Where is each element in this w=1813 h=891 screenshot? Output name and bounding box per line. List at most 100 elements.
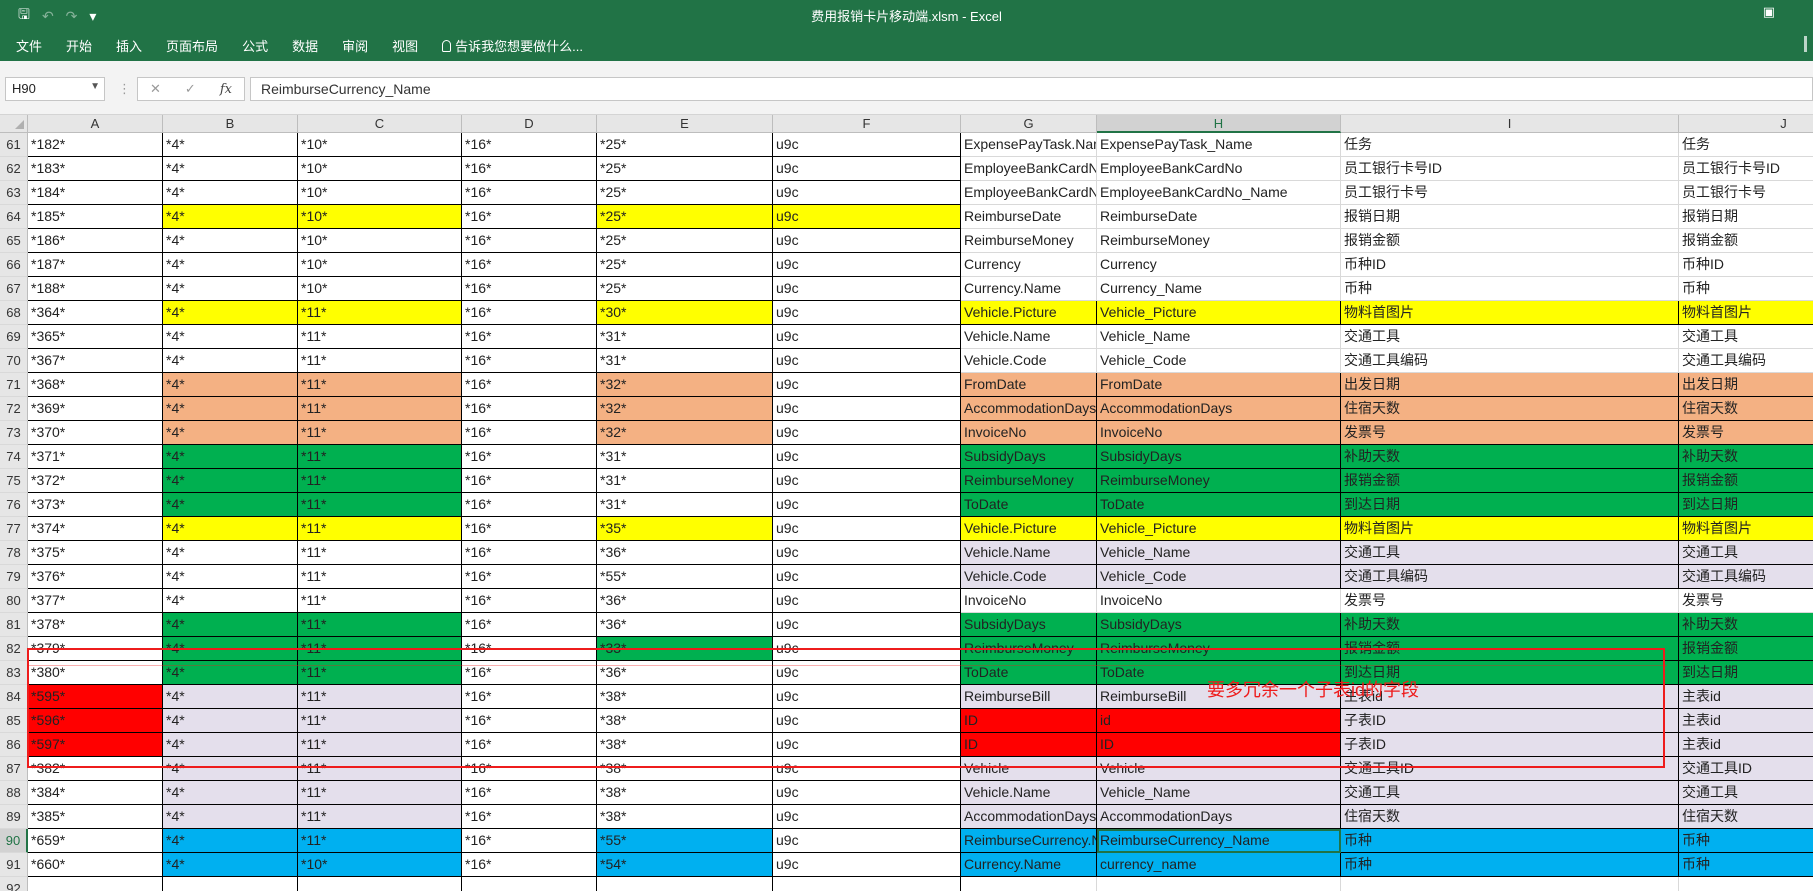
cell-c78[interactable]: *11* bbox=[298, 541, 462, 565]
cell-f90[interactable]: u9c bbox=[773, 829, 961, 853]
cell-g82[interactable]: ReimburseMoney bbox=[961, 637, 1097, 661]
ribbon-display-options-icon[interactable]: ▣ bbox=[1763, 4, 1775, 20]
cell-j61[interactable]: 任务 bbox=[1679, 133, 1813, 157]
cell-f86[interactable]: u9c bbox=[773, 733, 961, 757]
cell-d85[interactable]: *16* bbox=[462, 709, 597, 733]
cell-g78[interactable]: Vehicle.Name bbox=[961, 541, 1097, 565]
cell-f88[interactable]: u9c bbox=[773, 781, 961, 805]
cell-i76[interactable]: 到达日期 bbox=[1341, 493, 1679, 517]
cell-a70[interactable]: *367* bbox=[28, 349, 163, 373]
cell-d76[interactable]: *16* bbox=[462, 493, 597, 517]
row-header-79[interactable]: 79 bbox=[0, 565, 28, 589]
tell-me-search[interactable]: 告诉我您想要做什么... bbox=[442, 36, 583, 55]
cell-j74[interactable]: 补助天数 bbox=[1679, 445, 1813, 469]
column-header-b[interactable]: B bbox=[163, 115, 298, 133]
row-header-74[interactable]: 74 bbox=[0, 445, 28, 469]
cell-d78[interactable]: *16* bbox=[462, 541, 597, 565]
cell-j71[interactable]: 出发日期 bbox=[1679, 373, 1813, 397]
cell-d87[interactable]: *16* bbox=[462, 757, 597, 781]
cell-h92[interactable] bbox=[1097, 877, 1341, 891]
cell-j76[interactable]: 到达日期 bbox=[1679, 493, 1813, 517]
cell-b72[interactable]: *4* bbox=[163, 397, 298, 421]
cell-h77[interactable]: Vehicle_Picture bbox=[1097, 517, 1341, 541]
cell-c84[interactable]: *11* bbox=[298, 685, 462, 709]
cell-f66[interactable]: u9c bbox=[773, 253, 961, 277]
cell-i81[interactable]: 补助天数 bbox=[1341, 613, 1679, 637]
cell-g72[interactable]: AccommodationDays bbox=[961, 397, 1097, 421]
cell-e62[interactable]: *25* bbox=[597, 157, 773, 181]
cell-j83[interactable]: 到达日期 bbox=[1679, 661, 1813, 685]
cell-h68[interactable]: Vehicle_Picture bbox=[1097, 301, 1341, 325]
cell-b86[interactable]: *4* bbox=[163, 733, 298, 757]
row-header-89[interactable]: 89 bbox=[0, 805, 28, 829]
cell-a61[interactable]: *182* bbox=[28, 133, 163, 157]
cell-g66[interactable]: Currency bbox=[961, 253, 1097, 277]
cell-i89[interactable]: 住宿天数 bbox=[1341, 805, 1679, 829]
cell-b77[interactable]: *4* bbox=[163, 517, 298, 541]
row-header-64[interactable]: 64 bbox=[0, 205, 28, 229]
cell-e86[interactable]: *38* bbox=[597, 733, 773, 757]
cell-c85[interactable]: *11* bbox=[298, 709, 462, 733]
cell-i63[interactable]: 员工银行卡号 bbox=[1341, 181, 1679, 205]
cell-j84[interactable]: 主表id bbox=[1679, 685, 1813, 709]
cell-i75[interactable]: 报销金额 bbox=[1341, 469, 1679, 493]
cell-f76[interactable]: u9c bbox=[773, 493, 961, 517]
cell-f67[interactable]: u9c bbox=[773, 277, 961, 301]
cell-j81[interactable]: 补助天数 bbox=[1679, 613, 1813, 637]
cell-f79[interactable]: u9c bbox=[773, 565, 961, 589]
tab-page-layout[interactable]: 页面布局 bbox=[166, 36, 218, 55]
cell-i90[interactable]: 币种 bbox=[1341, 829, 1679, 853]
cell-j92[interactable] bbox=[1679, 877, 1813, 891]
cell-i77[interactable]: 物料首图片 bbox=[1341, 517, 1679, 541]
cell-a85[interactable]: *596* bbox=[28, 709, 163, 733]
cell-b69[interactable]: *4* bbox=[163, 325, 298, 349]
cell-c79[interactable]: *11* bbox=[298, 565, 462, 589]
row-header-69[interactable]: 69 bbox=[0, 325, 28, 349]
cell-j66[interactable]: 币种ID bbox=[1679, 253, 1813, 277]
cell-g70[interactable]: Vehicle.Code bbox=[961, 349, 1097, 373]
cell-f77[interactable]: u9c bbox=[773, 517, 961, 541]
cell-c76[interactable]: *11* bbox=[298, 493, 462, 517]
row-header-66[interactable]: 66 bbox=[0, 253, 28, 277]
cell-b80[interactable]: *4* bbox=[163, 589, 298, 613]
cell-d68[interactable]: *16* bbox=[462, 301, 597, 325]
cell-b87[interactable]: *4* bbox=[163, 757, 298, 781]
column-header-a[interactable]: A bbox=[28, 115, 163, 133]
cell-f64[interactable]: u9c bbox=[773, 205, 961, 229]
cell-h64[interactable]: ReimburseDate bbox=[1097, 205, 1341, 229]
cell-b82[interactable]: *4* bbox=[163, 637, 298, 661]
cell-h65[interactable]: ReimburseMoney bbox=[1097, 229, 1341, 253]
cell-g90[interactable]: ReimburseCurrency.Name bbox=[961, 829, 1097, 853]
cell-h71[interactable]: FromDate bbox=[1097, 373, 1341, 397]
row-header-61[interactable]: 61 bbox=[0, 133, 28, 157]
cell-d69[interactable]: *16* bbox=[462, 325, 597, 349]
cell-g92[interactable] bbox=[961, 877, 1097, 891]
cell-g85[interactable]: ID bbox=[961, 709, 1097, 733]
cell-f62[interactable]: u9c bbox=[773, 157, 961, 181]
cell-g68[interactable]: Vehicle.Picture bbox=[961, 301, 1097, 325]
cell-g61[interactable]: ExpensePayTask.Name bbox=[961, 133, 1097, 157]
cell-a74[interactable]: *371* bbox=[28, 445, 163, 469]
cell-j62[interactable]: 员工银行卡号ID bbox=[1679, 157, 1813, 181]
cell-e70[interactable]: *31* bbox=[597, 349, 773, 373]
cell-d67[interactable]: *16* bbox=[462, 277, 597, 301]
cell-e81[interactable]: *36* bbox=[597, 613, 773, 637]
cell-g71[interactable]: FromDate bbox=[961, 373, 1097, 397]
tab-insert[interactable]: 插入 bbox=[116, 36, 142, 55]
cell-e72[interactable]: *32* bbox=[597, 397, 773, 421]
row-header-82[interactable]: 82 bbox=[0, 637, 28, 661]
cell-f89[interactable]: u9c bbox=[773, 805, 961, 829]
cell-h86[interactable]: ID bbox=[1097, 733, 1341, 757]
cell-g65[interactable]: ReimburseMoney bbox=[961, 229, 1097, 253]
cell-a88[interactable]: *384* bbox=[28, 781, 163, 805]
cell-g88[interactable]: Vehicle.Name bbox=[961, 781, 1097, 805]
cell-c71[interactable]: *11* bbox=[298, 373, 462, 397]
column-header-f[interactable]: F bbox=[773, 115, 961, 133]
cell-i67[interactable]: 币种 bbox=[1341, 277, 1679, 301]
cell-e89[interactable]: *38* bbox=[597, 805, 773, 829]
cell-f92[interactable] bbox=[773, 877, 961, 891]
cell-a72[interactable]: *369* bbox=[28, 397, 163, 421]
cancel-icon[interactable]: ✕ bbox=[150, 81, 161, 97]
cell-e73[interactable]: *32* bbox=[597, 421, 773, 445]
cell-e66[interactable]: *25* bbox=[597, 253, 773, 277]
